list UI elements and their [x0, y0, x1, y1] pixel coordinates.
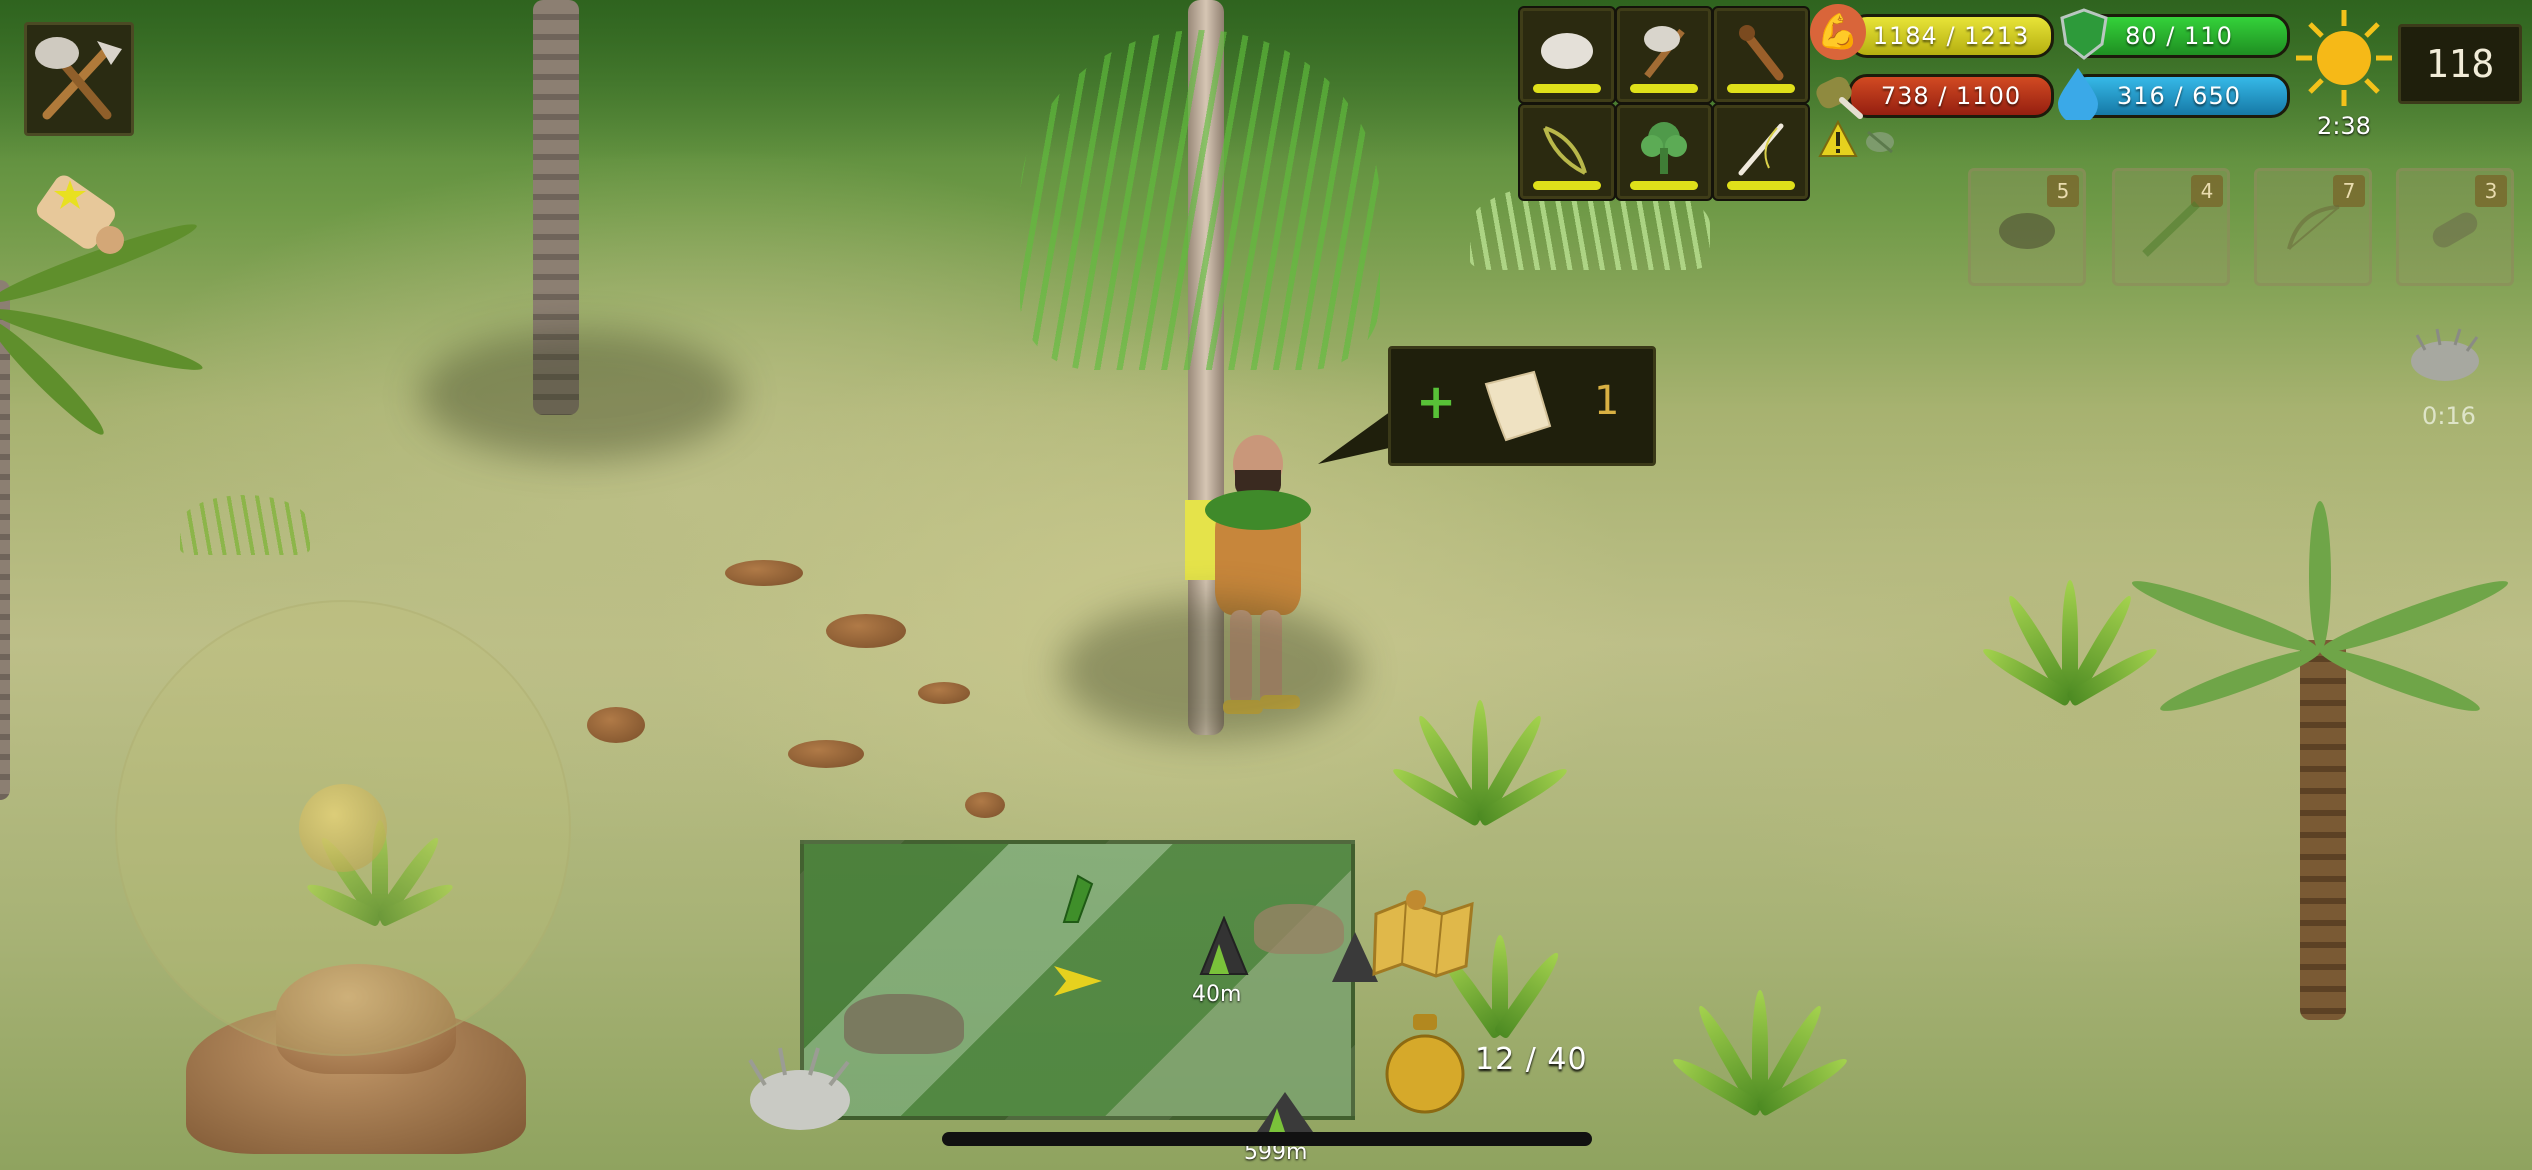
minimap[interactable]: 40m — [800, 840, 1355, 1120]
water-value: 316 / 650 — [2117, 82, 2241, 110]
speech-tail — [1318, 406, 1398, 464]
water-drop-icon — [2050, 64, 2106, 120]
inventory-slot-stick[interactable]: 4 — [2112, 168, 2230, 286]
small-rock — [965, 792, 1005, 818]
tool-slot-sling[interactable] — [1520, 105, 1614, 199]
crossed-tools-icon — [35, 37, 122, 120]
tool-slot-plant[interactable] — [1617, 105, 1711, 199]
waypoint-icon — [1062, 874, 1094, 923]
stone-icon — [1535, 21, 1599, 81]
day-counter: 118 — [2398, 24, 2522, 104]
tree-shadow — [420, 330, 740, 460]
status-effect-icon — [1862, 124, 1898, 156]
tool-slot-stone-axe[interactable] — [1617, 8, 1711, 102]
map-icon — [1372, 890, 1474, 978]
stick-icon — [2142, 201, 2200, 257]
quick-inventory: 5 4 7 3 — [1968, 168, 2514, 288]
durability-bar — [1727, 84, 1795, 93]
tool-slot-club[interactable] — [1714, 8, 1808, 102]
hedgehog-marker-icon — [748, 1047, 850, 1130]
plus-icon: + — [1416, 374, 1457, 430]
map-button[interactable] — [1370, 886, 1478, 986]
tool-slot-stone[interactable] — [1520, 8, 1614, 102]
stone-axe-icon — [1632, 21, 1696, 81]
food-value: 738 / 1100 — [1880, 82, 2022, 110]
durability-bar — [1533, 181, 1601, 190]
small-rock — [826, 614, 906, 648]
small-rock — [587, 707, 645, 743]
durability-bar — [1630, 181, 1698, 190]
inventory-slot-stone[interactable]: 5 — [1968, 168, 2086, 286]
tool-slots — [1520, 8, 1808, 199]
quest-scroll-button[interactable] — [30, 165, 130, 265]
inventory-slot-log[interactable]: 3 — [2396, 168, 2514, 286]
hedgehog-icon — [2405, 325, 2485, 385]
bag-capacity[interactable]: 12 / 40 — [1383, 1010, 1623, 1120]
joystick-knob[interactable] — [299, 784, 387, 872]
camp-marker-icon — [1199, 916, 1249, 975]
inventory-slot-bow[interactable]: 7 — [2254, 168, 2372, 286]
strength-value: 1184 / 1213 — [1872, 22, 2030, 50]
stats-panel: 1184 / 1213 💪 80 / 110 738 / 1100 316 / … — [1810, 2, 2300, 162]
stone-icon — [1999, 213, 2055, 249]
sling-icon — [1535, 118, 1599, 178]
tool-slot-needle[interactable] — [1714, 105, 1808, 199]
warning-icon[interactable] — [1818, 119, 1858, 160]
scroll-star-icon — [36, 175, 124, 254]
home-indicator — [942, 1132, 1592, 1146]
strength-bar: 1184 / 1213 — [1848, 14, 2054, 58]
pickup-count: 1 — [1594, 378, 1620, 424]
day-counter-value: 118 — [2425, 42, 2495, 86]
distance-near: 40m — [1192, 982, 1242, 1007]
movement-joystick[interactable] — [115, 600, 571, 1056]
durability-bar — [1533, 84, 1601, 93]
club-icon — [1729, 21, 1793, 81]
minimap-rock — [844, 994, 964, 1054]
paper-icon — [1484, 370, 1552, 442]
grass-tuft — [180, 495, 310, 555]
character-shadow — [1060, 600, 1360, 740]
food-icon — [1810, 66, 1866, 122]
small-rock — [725, 560, 803, 586]
bottom-marker-icon — [1257, 1092, 1313, 1132]
pickup-notification: + 1 — [1318, 346, 1656, 466]
player-arrow-icon — [1054, 966, 1102, 996]
day-time: 2:38 — [2317, 112, 2371, 140]
hedgehog-timer: 0:16 — [2422, 402, 2476, 430]
food-bar: 738 / 1100 — [1848, 74, 2054, 118]
bag-icon — [1385, 1014, 1465, 1114]
bow-icon — [2287, 205, 2340, 250]
shield-icon — [2056, 6, 2112, 62]
armor-value: 80 / 110 — [2125, 22, 2233, 50]
crafting-button[interactable] — [24, 22, 134, 136]
small-rock — [788, 740, 864, 768]
durability-bar — [1727, 181, 1795, 190]
needle-icon — [1729, 118, 1793, 178]
small-rock — [918, 682, 970, 704]
daytime-sun-icon — [2294, 8, 2394, 108]
plant-icon — [1632, 118, 1696, 178]
log-icon — [2432, 212, 2478, 248]
strength-arm-icon: 💪 — [1810, 4, 1866, 60]
bag-capacity-text: 12 / 40 — [1475, 1042, 1588, 1077]
durability-bar — [1630, 84, 1698, 93]
